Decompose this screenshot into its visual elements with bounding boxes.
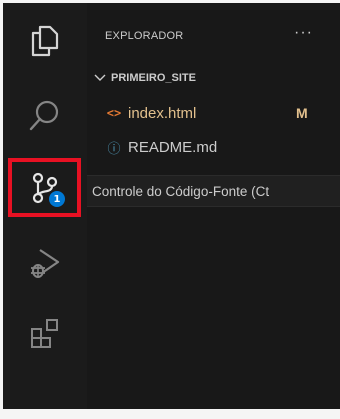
file-item-index-html[interactable]: <> index.html M <box>87 101 340 125</box>
run-debug-icon <box>31 249 60 278</box>
tooltip-text: Controle do Código-Fonte (Ct <box>92 183 270 199</box>
explorer-title: EXPLORADOR <box>105 30 184 42</box>
activity-explorer[interactable] <box>3 11 87 71</box>
vscode-window: 1 EXPLORADOR ··· PRIMEIRO_SITE <> index.… <box>3 3 340 409</box>
activity-search[interactable] <box>3 86 87 146</box>
git-status-badge: M <box>296 105 308 121</box>
activity-run-debug[interactable] <box>3 233 87 293</box>
info-icon: ⓘ <box>107 140 121 156</box>
activity-bar: 1 <box>3 3 87 409</box>
html-file-icon: <> <box>106 106 122 120</box>
folder-name: PRIMEIRO_SITE <box>111 72 196 84</box>
tooltip: Controle do Código-Fonte (Ct <box>87 175 340 207</box>
chevron-down-icon <box>94 74 106 81</box>
search-icon <box>29 100 59 131</box>
file-name: README.md <box>128 138 218 156</box>
folder-row[interactable]: PRIMEIRO_SITE <box>87 67 340 89</box>
files-icon <box>31 25 59 57</box>
source-control-badge: 1 <box>49 191 65 207</box>
file-name: index.html <box>128 104 197 122</box>
more-actions-button[interactable]: ··· <box>294 24 313 42</box>
extensions-icon <box>31 319 58 348</box>
activity-extensions[interactable] <box>3 303 87 363</box>
file-item-readme-md[interactable]: ⓘ README.md <box>87 135 340 159</box>
activity-source-control[interactable] <box>3 158 87 218</box>
